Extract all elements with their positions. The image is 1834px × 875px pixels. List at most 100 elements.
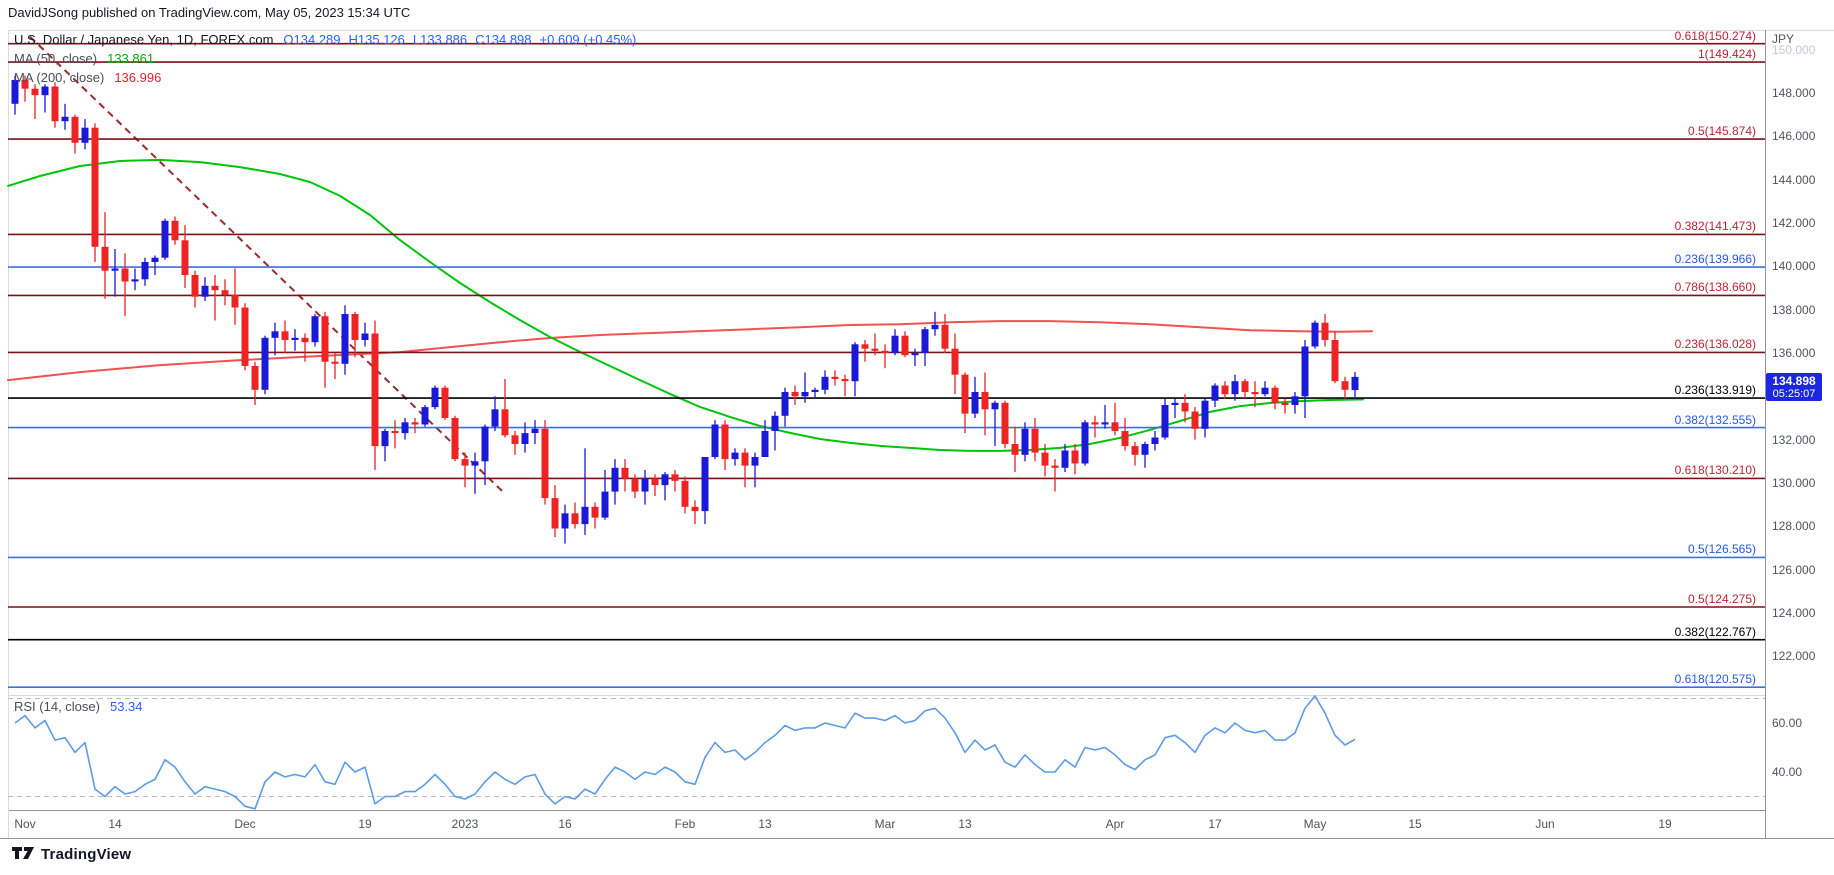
ma50-line[interactable]: [8, 160, 1363, 451]
candle-body: [1302, 347, 1309, 397]
candle-body: [582, 507, 589, 524]
candle-body: [1152, 438, 1159, 445]
candle-body: [312, 316, 319, 342]
rsi-value: 53.34: [110, 699, 143, 714]
candle-body: [1042, 453, 1049, 466]
candle-body: [1182, 403, 1189, 412]
ohlc-token: +0.609 (+0.45%): [540, 32, 637, 47]
candle-body: [442, 388, 449, 418]
last-price: 134.898: [1766, 374, 1822, 388]
candle-body: [1032, 429, 1039, 453]
candle-body: [792, 392, 799, 396]
last-price-badge[interactable]: 134.898 05:25:07: [1766, 373, 1822, 401]
candle-body: [752, 457, 759, 466]
candle-body: [922, 329, 929, 353]
candle-body: [972, 392, 979, 414]
candle-body: [142, 262, 149, 279]
candle-body: [1262, 388, 1269, 395]
candle-body: [1062, 451, 1069, 468]
ma200-line[interactable]: [8, 321, 1372, 380]
candle-body: [92, 128, 99, 247]
candle-body: [1242, 381, 1249, 392]
ma50-label: MA (50, close): [14, 51, 97, 66]
candle-body: [642, 479, 649, 492]
candle-body: [982, 392, 989, 409]
rsi-legend-row[interactable]: RSI (14, close) 53.34: [14, 699, 143, 714]
candle-body: [812, 390, 819, 392]
ohlc-token: L133.886: [413, 32, 467, 47]
candle-body: [1142, 444, 1149, 455]
candle-body: [392, 431, 399, 433]
candle-body: [1332, 340, 1339, 381]
candle-body: [472, 461, 479, 465]
candle-body: [852, 344, 859, 381]
candle-body: [572, 513, 579, 524]
candle-body: [962, 375, 969, 414]
candle-body: [1312, 323, 1319, 347]
candle-body: [292, 338, 299, 340]
candle-body: [622, 468, 629, 479]
candle-body: [482, 427, 489, 462]
candle-body: [1102, 422, 1109, 424]
candle-body: [1222, 386, 1229, 395]
candle-body: [802, 392, 809, 396]
candle-body: [172, 221, 179, 241]
candle-body: [202, 286, 209, 297]
candle-body: [322, 316, 329, 362]
candle-body: [782, 392, 789, 416]
candle-body: [382, 431, 389, 446]
candle-body: [132, 279, 139, 281]
candle-body: [992, 403, 999, 410]
candle-body: [602, 492, 609, 518]
publish-attribution: DavidJSong published on TradingView.com,…: [8, 5, 410, 21]
candle-body: [1292, 396, 1299, 405]
ma200-value: 136.996: [114, 70, 161, 85]
ma200-legend-row[interactable]: MA (200, close)136.996: [14, 70, 161, 85]
ohlc-token: O134.289: [283, 32, 340, 47]
candle-body: [1002, 403, 1009, 444]
candle-body: [1172, 403, 1179, 405]
candle-body: [52, 87, 59, 122]
candle-body: [882, 351, 889, 353]
candle-body: [862, 344, 869, 348]
candle-body: [162, 221, 169, 258]
candle-body: [352, 314, 359, 340]
candle-body: [902, 336, 909, 356]
candle-body: [462, 459, 469, 466]
candle-body: [102, 247, 109, 271]
ma50-legend-row[interactable]: MA (50, close)133.861: [14, 51, 154, 66]
candle-body: [32, 89, 39, 96]
candlestick-series[interactable]: [12, 76, 1359, 544]
ohlc-token: H135.126: [349, 32, 405, 47]
candle-body: [722, 425, 729, 460]
symbol-legend-row[interactable]: U.S. Dollar / Japanese Yen, 1D, FOREX.co…: [14, 32, 644, 47]
candle-body: [222, 290, 229, 294]
symbol-description: U.S. Dollar / Japanese Yen, 1D, FOREX.co…: [14, 32, 273, 47]
candle-body: [1202, 401, 1209, 429]
candle-body: [822, 377, 829, 390]
candle-body: [432, 388, 439, 407]
candle-body: [82, 128, 89, 143]
candle-body: [1322, 323, 1329, 340]
candle-body: [502, 409, 509, 435]
candle-body: [342, 314, 349, 364]
rsi-label: RSI (14, close): [14, 699, 100, 714]
candle-body: [1082, 422, 1089, 463]
candle-body: [662, 474, 669, 485]
candle-body: [532, 429, 539, 433]
candle-body: [262, 338, 269, 390]
candle-body: [212, 286, 219, 290]
candle-body: [742, 453, 749, 466]
candle-body: [192, 275, 199, 297]
tradingview-logo[interactable]: TradingView: [12, 846, 131, 863]
candle-body: [332, 362, 339, 364]
rsi-line[interactable]: [15, 696, 1355, 809]
price-chart-canvas[interactable]: [0, 0, 1834, 875]
candle-body: [682, 481, 689, 507]
candle-body: [412, 422, 419, 424]
candle-body: [702, 457, 709, 511]
candle-body: [112, 269, 119, 271]
candle-body: [1232, 381, 1239, 394]
candle-body: [552, 498, 559, 528]
candle-body: [612, 468, 619, 492]
